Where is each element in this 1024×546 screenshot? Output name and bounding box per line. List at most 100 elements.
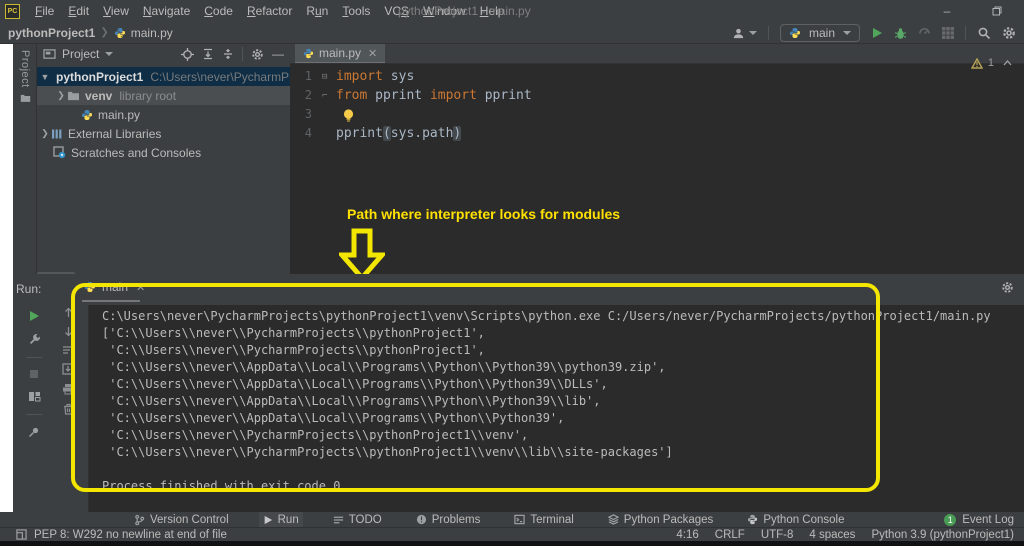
run-panel-label: Run: — [16, 282, 41, 296]
intention-bulb-icon[interactable] — [342, 108, 355, 123]
breadcrumb-file[interactable]: main.py — [131, 26, 173, 40]
menu-refactor[interactable]: Refactor — [240, 0, 299, 22]
toolwindow-event-log[interactable]: 1 Event Log — [944, 514, 1014, 526]
run-panel-body: C:\Users\never\PycharmProjects\pythonPro… — [13, 302, 1024, 512]
restore-layout-button[interactable] — [28, 390, 41, 403]
breadcrumb-project[interactable]: pythonProject1 — [8, 26, 95, 40]
edit-run-config-button[interactable] — [28, 333, 41, 346]
toolwindow-python-console[interactable]: Python Console — [743, 512, 848, 527]
console-line: C:\Users\never\PycharmProjects\pythonPro… — [102, 309, 991, 323]
fold-marker-icon[interactable]: ⌐ — [322, 87, 327, 106]
menu-file[interactable]: File — [28, 0, 61, 22]
stop-button[interactable] — [29, 369, 39, 379]
gear-icon — [251, 48, 264, 61]
bottom-strip — [0, 541, 1024, 546]
console-toolbar — [57, 307, 79, 415]
menu-run[interactable]: Run — [299, 0, 335, 22]
project-tree: ▼ pythonProject1 C:\Users\never\PycharmP… — [37, 67, 290, 162]
scroll-to-end-button[interactable] — [62, 363, 74, 375]
menu-edit[interactable]: Edit — [61, 0, 96, 22]
chevron-down-icon — [749, 31, 757, 35]
search-everywhere-button[interactable] — [977, 26, 991, 40]
locate-file-button[interactable] — [181, 48, 194, 61]
print-button[interactable] — [62, 383, 74, 395]
breadcrumb-separator-icon: ❯ — [100, 27, 108, 38]
run-configuration-selector[interactable]: main — [780, 24, 860, 42]
pycharm-logo-icon[interactable]: PC — [5, 4, 20, 19]
up-stacktrace-button[interactable] — [63, 307, 74, 318]
code-line-2: from pprint import pprint — [336, 86, 532, 105]
menu-code[interactable]: Code — [197, 0, 240, 22]
chevron-collapsed-icon[interactable]: ❯ — [39, 128, 51, 139]
panel-options-button[interactable] — [251, 48, 264, 61]
status-message[interactable]: PEP 8: W292 no newline at end of file — [34, 529, 227, 541]
chevron-up-icon[interactable] — [1003, 60, 1012, 66]
toolwindow-run[interactable]: Run — [259, 512, 303, 527]
minimize-button[interactable]: – — [940, 4, 954, 18]
run-button[interactable] — [871, 27, 883, 39]
close-tab-icon[interactable]: ✕ — [136, 281, 145, 294]
tree-row-venv[interactable]: ❯ venv library root — [37, 86, 290, 105]
caret-position[interactable]: 4:16 — [676, 529, 698, 541]
toolwindow-python-packages[interactable]: Python Packages — [604, 512, 718, 527]
window-title: pythonProject1 - main.py — [398, 0, 531, 22]
line-ending[interactable]: CRLF — [715, 529, 745, 541]
toolwindow-todo[interactable]: TODO — [329, 512, 386, 527]
collapse-all-button[interactable] — [222, 48, 234, 60]
user-icon — [732, 27, 745, 40]
python-file-icon — [303, 48, 314, 59]
profile-button[interactable] — [918, 27, 931, 40]
arrow-down-icon — [63, 326, 74, 337]
chevron-expanded-icon[interactable]: ▼ — [39, 72, 51, 82]
toolwindow-problems[interactable]: Problems — [412, 512, 485, 527]
editor-tab-main-py[interactable]: main.py ✕ — [295, 44, 385, 63]
hide-panel-button[interactable]: — — [272, 47, 284, 61]
maximize-icon — [992, 6, 1002, 16]
code-line-4: pprint(sys.path) — [336, 124, 461, 143]
clear-console-button[interactable] — [63, 403, 74, 415]
file-encoding[interactable]: UTF-8 — [761, 529, 794, 541]
menu-navigate[interactable]: Navigate — [136, 0, 197, 22]
maximize-button[interactable] — [992, 6, 1006, 16]
indent-setting[interactable]: 4 spaces — [809, 529, 855, 541]
toolwindow-terminal[interactable]: Terminal — [510, 512, 577, 527]
inspections-widget[interactable]: 1 — [971, 57, 1012, 69]
run-panel-settings-button[interactable] — [1001, 281, 1014, 294]
tree-row-project-root[interactable]: ▼ pythonProject1 C:\Users\never\PycharmP… — [37, 67, 290, 86]
project-folder-icon — [20, 93, 31, 103]
toolwindow-version-control[interactable]: Version Control — [130, 512, 233, 527]
window-layout-icon[interactable] — [16, 529, 27, 540]
expand-all-button[interactable] — [202, 48, 214, 60]
run-tab-main[interactable]: main ✕ — [84, 280, 145, 294]
down-stacktrace-button[interactable] — [63, 326, 74, 337]
tree-item-suffix: library root — [119, 89, 176, 103]
pin-tab-button[interactable] — [28, 426, 40, 438]
run-toolbar — [23, 310, 45, 438]
user-profile-button[interactable] — [732, 27, 757, 40]
scroll-end-icon — [62, 363, 74, 375]
chevron-collapsed-icon[interactable]: ❯ — [55, 90, 67, 101]
tree-row-main-py[interactable]: main.py — [37, 105, 290, 124]
debug-button[interactable] — [894, 27, 907, 40]
tree-item-name: Scratches and Consoles — [71, 146, 201, 160]
project-panel-title[interactable]: Project — [62, 47, 99, 61]
warning-icon — [971, 58, 983, 69]
tree-item-path: C:\Users\never\PycharmProjects\pytho — [150, 70, 290, 84]
close-tab-icon[interactable]: ✕ — [368, 47, 377, 60]
tree-row-external-libraries[interactable]: ❯ External Libraries — [37, 124, 290, 143]
menu-tools[interactable]: Tools — [335, 0, 377, 22]
folder-icon — [67, 90, 80, 101]
fold-marker-icon[interactable]: ⊟ — [322, 68, 327, 87]
chevron-down-icon[interactable] — [105, 52, 113, 56]
rerun-button[interactable] — [28, 310, 40, 322]
settings-button[interactable] — [1002, 26, 1016, 40]
interpreter-selector[interactable]: Python 3.9 (pythonProject1) — [871, 529, 1014, 541]
soft-wrap-button[interactable] — [62, 345, 74, 355]
navigation-bar: pythonProject1 ❯ main.py main — [0, 22, 1024, 44]
console-output[interactable]: C:\Users\never\PycharmProjects\pythonPro… — [88, 305, 1024, 512]
tool-stripe-project[interactable]: Project — [13, 50, 37, 103]
run-with-coverage-button[interactable] — [942, 27, 954, 39]
tree-row-scratches[interactable]: Scratches and Consoles — [37, 143, 290, 162]
gear-icon — [1002, 26, 1016, 40]
menu-view[interactable]: View — [96, 0, 136, 22]
